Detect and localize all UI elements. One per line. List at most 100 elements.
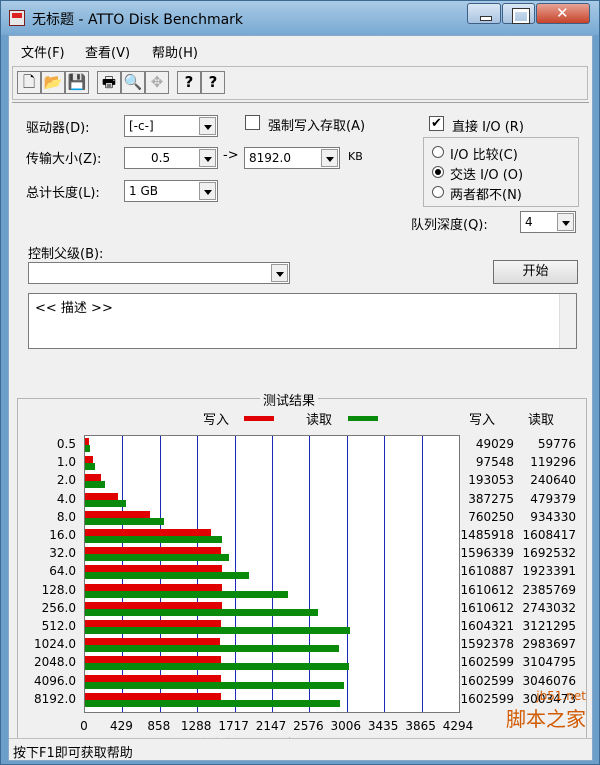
app-window: 无标题 - ATTO Disk Benchmark 文件(F) 查看(V) 帮助…: [0, 0, 600, 765]
read-bar: [85, 645, 339, 653]
x-tick-label: 4294: [442, 719, 474, 733]
gridline: [422, 436, 423, 712]
print-icon[interactable]: 🖶: [97, 71, 121, 94]
transfer-from-select[interactable]: 0.5: [124, 147, 218, 169]
x-tick-label: 3006: [330, 719, 362, 733]
start-button[interactable]: 开始: [493, 260, 578, 284]
io-mode-group: I/O 比较(C) 交迭 I/O (O) 两者都不(N): [423, 137, 579, 207]
write-bar: [85, 565, 223, 573]
y-tick-label: 32.0: [49, 546, 76, 561]
write-value: 1485918: [460, 528, 514, 542]
read-value: 1923391: [522, 564, 576, 579]
print-preview-icon[interactable]: 🔍: [121, 71, 145, 94]
read-bar: [85, 445, 91, 452]
transfer-unit: KB: [348, 150, 363, 163]
read-bar: [85, 608, 319, 616]
menu-file[interactable]: 文件(F): [21, 42, 65, 61]
drive-select[interactable]: [-c-]: [124, 115, 218, 137]
legend-read-swatch: [348, 416, 378, 421]
description-textarea[interactable]: << 描述 >>: [28, 293, 577, 349]
io-compare-radio[interactable]: [432, 146, 444, 158]
write-bar: [85, 438, 90, 445]
write-bar: [85, 656, 222, 664]
write-bar: [85, 601, 222, 609]
direct-io-checkbox[interactable]: ✔: [429, 116, 444, 131]
settings-panel: 驱动器(D): [-c-] 强制写入存取(A) ✔ 直接 I/O (R) 传输大…: [12, 102, 589, 758]
x-tick-label: 2147: [255, 719, 287, 733]
read-value: 934330: [530, 509, 576, 524]
controlled-by-select[interactable]: [28, 262, 290, 284]
x-tick-label: 858: [147, 719, 171, 733]
force-write-checkbox[interactable]: [245, 115, 260, 130]
legend-write-swatch: [244, 416, 274, 421]
neither-label: 两者都不(N): [450, 188, 522, 203]
read-value: 240640: [530, 473, 576, 488]
read-bar: [85, 517, 165, 525]
chevron-down-icon[interactable]: [199, 182, 216, 200]
total-length-select[interactable]: 1 GB: [124, 180, 218, 202]
write-value: 1596339: [460, 546, 514, 561]
close-button[interactable]: [536, 3, 590, 24]
write-value: 1610612: [460, 582, 514, 597]
chevron-down-icon[interactable]: [199, 117, 216, 135]
read-value: 119296: [530, 455, 576, 470]
help-icon[interactable]: ?: [177, 71, 201, 94]
chevron-down-icon[interactable]: [321, 149, 338, 167]
client-area: 文件(F) 查看(V) 帮助(H) 🗋 📂 💾 🖶 🔍 ✥ ? ? 驱动器(D)…: [8, 35, 593, 761]
neither-radio[interactable]: [432, 186, 444, 198]
gridline: [272, 436, 273, 712]
force-write-label: 强制写入存取(A): [268, 119, 366, 134]
read-value: 2743032: [522, 600, 576, 615]
x-tick-label: 3435: [367, 719, 399, 733]
watermark-brand: 脚本之家: [506, 707, 586, 731]
write-bar: [85, 456, 94, 464]
context-help-icon[interactable]: ?: [201, 71, 225, 94]
write-bar: [85, 510, 150, 518]
write-value: 1610887: [460, 564, 514, 579]
chevron-down-icon[interactable]: [199, 149, 216, 167]
queue-depth-value: 4: [525, 215, 533, 229]
y-tick-label: 512.0: [41, 619, 76, 633]
title-bar[interactable]: 无标题 - ATTO Disk Benchmark: [1, 1, 599, 35]
write-bar: [85, 492, 118, 500]
read-bar: [85, 572, 249, 580]
queue-depth-select[interactable]: 4: [520, 211, 576, 233]
maximize-button[interactable]: [502, 3, 535, 24]
read-value: 2385769: [522, 582, 576, 597]
read-bar: [85, 499, 126, 507]
menu-bar: 文件(F) 查看(V) 帮助(H): [9, 36, 592, 62]
read-bar: [85, 536, 222, 543]
chevron-down-icon[interactable]: [271, 264, 288, 282]
transfer-to-select[interactable]: 8192.0: [244, 147, 340, 169]
menu-view[interactable]: 查看(V): [85, 42, 130, 61]
read-bar: [85, 681, 345, 689]
x-tick-label: 429: [109, 719, 133, 733]
move-icon[interactable]: ✥: [145, 71, 169, 94]
gridline: [347, 436, 348, 712]
app-icon[interactable]: [9, 10, 25, 26]
queue-depth-label: 队列深度(Q):: [411, 218, 488, 233]
write-value: 49029: [475, 437, 514, 451]
transfer-to-value: 8192.0: [249, 151, 291, 165]
y-tick-label: 8192.0: [34, 691, 76, 706]
read-value: 59776: [537, 437, 576, 451]
y-tick-label: 4.0: [56, 491, 76, 506]
chevron-down-icon[interactable]: [557, 213, 574, 231]
overlapped-io-radio[interactable]: [432, 166, 444, 178]
y-tick-label: 16.0: [49, 528, 76, 542]
description-scrollbar[interactable]: [559, 294, 576, 348]
new-icon[interactable]: 🗋: [17, 71, 41, 94]
menu-help[interactable]: 帮助(H): [152, 42, 198, 61]
direct-io-label: 直接 I/O (R): [452, 120, 524, 135]
read-bar: [85, 627, 351, 634]
drive-label: 驱动器(D):: [26, 121, 90, 136]
y-tick-label: 64.0: [49, 564, 76, 579]
open-icon[interactable]: 📂: [41, 71, 65, 94]
overlapped-io-label: 交迭 I/O (O): [450, 168, 524, 183]
watermark: jb51.net 脚本之家: [506, 689, 586, 732]
read-value: 3046076: [522, 673, 576, 688]
description-text: << 描述 >>: [35, 301, 113, 316]
write-value: 1602599: [460, 673, 514, 688]
save-icon[interactable]: 💾: [65, 71, 89, 94]
minimize-button[interactable]: [467, 3, 501, 24]
